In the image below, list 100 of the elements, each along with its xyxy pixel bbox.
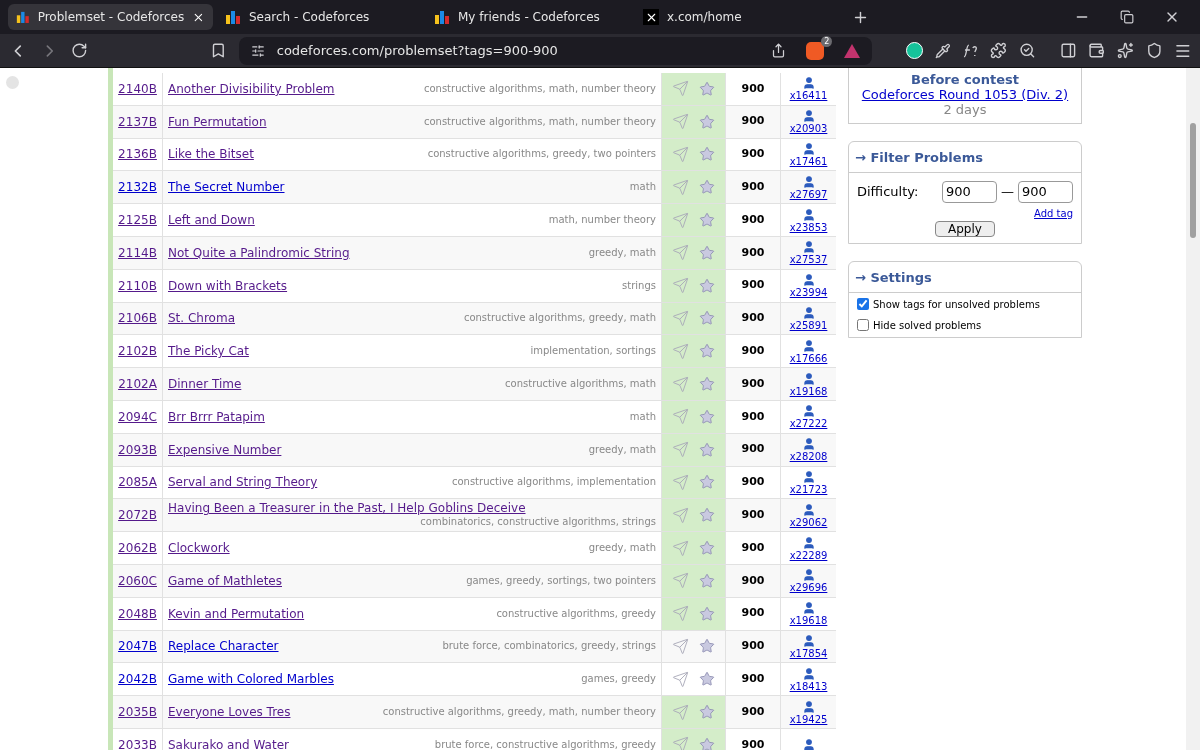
problem-id-link[interactable]: 2140B — [118, 79, 157, 98]
favorite-star-icon[interactable] — [699, 441, 715, 458]
solvers-link[interactable]: x27697 — [789, 188, 828, 200]
problem-name-link[interactable]: Everyone Loves Tres — [168, 705, 291, 720]
problem-name-link[interactable]: Brr Brrr Patapim — [168, 409, 265, 424]
solvers-link[interactable]: x17854 — [789, 647, 828, 659]
problem-name-link[interactable]: Replace Character — [168, 639, 279, 654]
checkbox[interactable] — [857, 298, 869, 310]
favorite-star-icon[interactable] — [699, 212, 715, 229]
problem-id-link[interactable]: 2132B — [118, 178, 157, 197]
problem-id-link[interactable]: 2033B — [118, 735, 157, 750]
problem-name-link[interactable]: Having Been a Treasurer in the Past, I Help Goblins Deceive — [168, 501, 526, 516]
problem-id-link[interactable]: 2106B — [118, 309, 157, 328]
problem-id-link[interactable]: 2042B — [118, 670, 157, 689]
solvers-link[interactable]: x25891 — [789, 319, 828, 331]
problem-id-link[interactable]: 2048B — [118, 604, 157, 623]
solvers-link[interactable]: x18413 — [789, 680, 828, 692]
solvers-link[interactable]: x21723 — [789, 483, 828, 495]
solvers-link[interactable]: x22289 — [789, 549, 828, 561]
solvers-link[interactable]: x28208 — [789, 451, 828, 463]
submit-icon[interactable] — [672, 342, 689, 360]
extensions-icon[interactable] — [990, 42, 1007, 59]
problem-name-link[interactable]: Down with Brackets — [168, 278, 288, 293]
search-panel-icon[interactable] — [1018, 42, 1036, 59]
checkbox[interactable] — [857, 319, 869, 331]
solvers-link[interactable]: x20903 — [789, 123, 828, 135]
solvers-link[interactable]: x19168 — [789, 385, 828, 397]
max-difficulty-field[interactable]: 900 — [1018, 181, 1073, 203]
favorite-star-icon[interactable] — [699, 80, 715, 97]
favorite-star-icon[interactable] — [699, 310, 715, 327]
grammar-icon[interactable] — [906, 42, 923, 59]
submit-icon[interactable] — [672, 703, 689, 721]
problem-id-link[interactable]: 2062B — [118, 539, 157, 558]
favorite-star-icon[interactable] — [699, 474, 715, 491]
favorite-star-icon[interactable] — [699, 244, 715, 261]
share-icon[interactable] — [771, 43, 787, 58]
pipette-icon[interactable] — [934, 42, 951, 59]
problem-name-link[interactable]: Another Divisibility Problem — [168, 81, 335, 96]
address-bar[interactable]: codeforces.com/problemset?tags=900-900 2 — [238, 36, 873, 65]
problem-name-link[interactable]: The Secret Number — [168, 180, 285, 195]
favorite-star-icon[interactable] — [699, 572, 715, 589]
favorite-star-icon[interactable] — [699, 605, 715, 622]
favorite-star-icon[interactable] — [699, 408, 715, 425]
problem-name-link[interactable]: Like the Bitset — [168, 147, 254, 162]
submit-icon[interactable] — [672, 375, 689, 393]
add-tag-link[interactable]: Add tag — [1034, 205, 1073, 221]
favorite-star-icon[interactable] — [699, 376, 715, 393]
wallet-icon[interactable] — [1088, 42, 1105, 59]
favorite-star-icon[interactable] — [699, 638, 715, 655]
submit-icon[interactable] — [672, 473, 689, 491]
problem-id-link[interactable]: 2047B — [118, 637, 157, 656]
problem-id-link[interactable]: 2094C — [118, 407, 157, 426]
apply-button[interactable]: Apply — [935, 220, 995, 237]
solvers-link[interactable]: x17666 — [789, 352, 828, 364]
submit-icon[interactable] — [672, 506, 689, 524]
problem-id-link[interactable]: 2060C — [118, 571, 157, 590]
problem-id-link[interactable]: 2136B — [118, 145, 157, 164]
submit-icon[interactable] — [672, 605, 689, 623]
sidebar-icon[interactable] — [1059, 42, 1077, 59]
min-difficulty-field[interactable]: 900 — [942, 181, 997, 203]
submit-icon[interactable] — [672, 441, 689, 459]
solvers-link[interactable]: x29062 — [789, 516, 828, 528]
problem-name-link[interactable]: St. Chroma — [168, 311, 235, 326]
triangle-icon[interactable] — [844, 43, 861, 58]
problem-id-link[interactable]: 2137B — [118, 112, 157, 131]
problem-name-link[interactable]: Expensive Number — [168, 442, 282, 457]
problem-name-link[interactable]: Fun Permutation — [168, 114, 267, 129]
problem-name-link[interactable]: The Picky Cat — [168, 344, 249, 359]
solvers-link[interactable]: x19425 — [789, 713, 828, 725]
submit-icon[interactable] — [672, 408, 689, 426]
favorite-star-icon[interactable] — [699, 277, 715, 294]
shield-icon[interactable] — [1145, 42, 1163, 59]
problem-name-link[interactable]: Serval and String Theory — [168, 475, 318, 490]
formula-icon[interactable] — [962, 43, 979, 58]
problem-id-link[interactable]: 2085A — [118, 473, 157, 492]
sparkle-icon[interactable] — [1116, 42, 1134, 59]
submit-icon[interactable] — [672, 146, 689, 163]
submit-icon[interactable] — [672, 113, 689, 131]
submit-icon[interactable] — [672, 244, 689, 262]
solvers-link[interactable]: x16411 — [789, 90, 828, 102]
problem-id-link[interactable]: 2072B — [118, 506, 157, 525]
problem-id-link[interactable]: 2110B — [118, 276, 157, 295]
browser-tab[interactable]: x.com/home — [635, 4, 840, 30]
solvers-link[interactable]: x27222 — [789, 418, 828, 430]
favorite-star-icon[interactable] — [699, 113, 715, 130]
submit-icon[interactable] — [672, 670, 689, 688]
problem-id-link[interactable]: 2102A — [118, 375, 157, 394]
scroll-up-icon[interactable] — [6, 76, 19, 89]
problem-name-link[interactable]: Not Quite a Palindromic String — [168, 245, 350, 260]
problem-name-link[interactable]: Left and Down — [168, 213, 255, 228]
submit-icon[interactable] — [672, 178, 689, 196]
problem-name-link[interactable]: Clockwork — [168, 541, 230, 556]
browser-tab[interactable]: Search - Codeforces — [217, 4, 422, 30]
favorite-star-icon[interactable] — [699, 540, 715, 557]
favorite-star-icon[interactable] — [699, 736, 715, 750]
submit-icon[interactable] — [672, 539, 689, 557]
submit-icon[interactable] — [672, 572, 689, 590]
solvers-link[interactable]: x23853 — [789, 221, 828, 233]
favorite-star-icon[interactable] — [699, 146, 715, 163]
submit-icon[interactable] — [672, 637, 689, 655]
